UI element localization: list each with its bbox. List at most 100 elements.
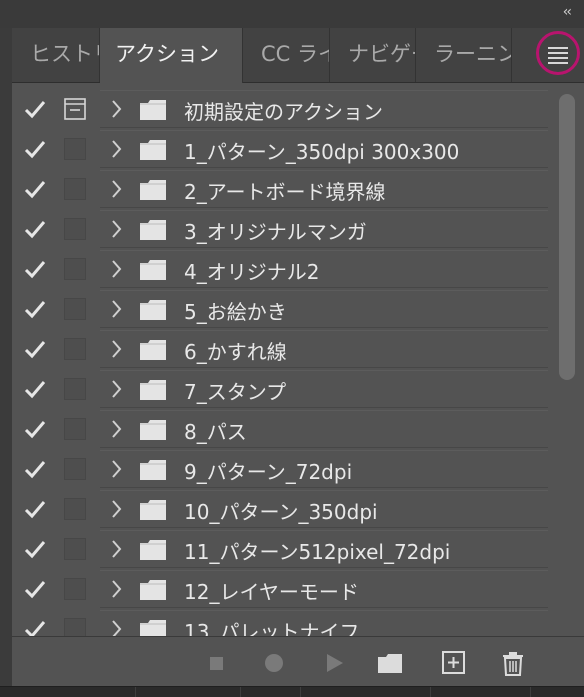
tab-cc-libraries[interactable]: CC ライブラリ	[243, 28, 330, 82]
toggle-dialog-box[interactable]	[64, 418, 86, 440]
action-set-name: 初期設定のアクション	[184, 100, 383, 124]
action-set-row[interactable]: 初期設定のアクション	[12, 90, 552, 129]
toggle-item-check-icon[interactable]	[22, 295, 48, 323]
new-action-icon[interactable]	[440, 649, 468, 677]
folder-icon	[140, 220, 166, 240]
toggle-dialog-box[interactable]	[64, 258, 86, 280]
tab-navigator[interactable]: ナビゲーター	[330, 28, 416, 82]
toggle-item-check-icon[interactable]	[22, 175, 48, 203]
bottom-dock-strip	[0, 686, 584, 697]
tab-actions[interactable]: アクション	[100, 28, 243, 83]
new-set-icon[interactable]	[376, 649, 404, 677]
chevron-right-icon[interactable]	[110, 457, 124, 481]
action-set-name: 9_パターン_72dpi	[184, 460, 353, 484]
toggle-item-check-icon[interactable]	[22, 255, 48, 283]
play-icon[interactable]	[320, 649, 348, 677]
chevron-right-icon[interactable]	[110, 257, 124, 281]
panel-menu-button[interactable]	[534, 31, 584, 75]
chevron-right-icon[interactable]	[110, 577, 124, 601]
action-set-row[interactable]: 12_レイヤーモード	[12, 570, 552, 609]
trash-icon[interactable]	[499, 649, 527, 677]
toggle-item-check-icon[interactable]	[22, 135, 48, 163]
toggle-dialog-box[interactable]	[64, 138, 86, 160]
chevron-right-icon[interactable]	[110, 377, 124, 401]
chevron-right-icon[interactable]	[110, 177, 124, 201]
tab-learn[interactable]: ラーニング	[416, 28, 512, 82]
action-set-name: 5_お絵かき	[184, 300, 287, 324]
action-row-body	[100, 410, 548, 448]
stop-icon[interactable]	[202, 649, 230, 677]
toggle-item-check-icon[interactable]	[22, 95, 48, 123]
folder-icon	[140, 420, 166, 440]
toggle-item-check-icon[interactable]	[22, 335, 48, 363]
record-icon[interactable]	[260, 649, 288, 677]
action-set-row[interactable]: 9_パターン_72dpi	[12, 450, 552, 489]
toggle-dialog-box[interactable]	[64, 338, 86, 360]
toggle-item-check-icon[interactable]	[22, 415, 48, 443]
chevron-right-icon[interactable]	[110, 617, 124, 636]
folder-icon	[140, 460, 166, 480]
toggle-item-check-icon[interactable]	[22, 575, 48, 603]
action-row-body	[100, 330, 548, 368]
toggle-dialog-box[interactable]	[64, 178, 86, 200]
action-set-name: 11_パターン512pixel_72dpi	[184, 540, 451, 564]
action-set-name: 4_オリジナル2	[184, 260, 320, 284]
toggle-dialog-box[interactable]	[64, 378, 86, 400]
toggle-item-check-icon[interactable]	[22, 375, 48, 403]
chevron-right-icon[interactable]	[110, 537, 124, 561]
action-set-row[interactable]: 5_お絵かき	[12, 290, 552, 329]
action-set-name: 2_アートボード境界線	[184, 180, 386, 204]
chevron-right-icon[interactable]	[110, 417, 124, 441]
folder-icon	[140, 500, 166, 520]
action-set-row[interactable]: 4_オリジナル2	[12, 250, 552, 289]
action-row-body	[100, 250, 548, 288]
folder-icon	[140, 580, 166, 600]
tab-history[interactable]: ヒストリー	[12, 28, 100, 82]
chevron-right-icon[interactable]	[110, 217, 124, 241]
toggle-dialog-box[interactable]	[64, 538, 86, 560]
toggle-dialog-box[interactable]	[64, 298, 86, 320]
folder-icon	[140, 340, 166, 360]
toggle-item-check-icon[interactable]	[22, 495, 48, 523]
toggle-dialog-box[interactable]	[64, 218, 86, 240]
action-set-row[interactable]: 7_スタンプ	[12, 370, 552, 409]
scrollbar-thumb[interactable]	[559, 94, 575, 380]
chevron-right-icon[interactable]	[110, 137, 124, 161]
action-set-row[interactable]: 10_パターン_350dpi	[12, 490, 552, 529]
actions-panel: ヒストリー アクション CC ライブラリ ナビゲーター ラーニング 初期設定のア…	[12, 28, 584, 687]
chevron-right-icon[interactable]	[110, 97, 124, 121]
folder-icon	[140, 100, 166, 120]
action-set-name: 7_スタンプ	[184, 380, 287, 404]
folder-icon	[140, 140, 166, 160]
action-set-row[interactable]: 1_パターン_350dpi 300x300	[12, 130, 552, 169]
action-set-row[interactable]: 3_オリジナルマンガ	[12, 210, 552, 249]
folder-icon	[140, 540, 166, 560]
action-row-body	[100, 370, 548, 408]
collapse-panels-button[interactable]: ‹‹	[563, 4, 572, 20]
folder-icon	[140, 300, 166, 320]
toggle-item-check-icon[interactable]	[22, 615, 48, 636]
toggle-item-check-icon[interactable]	[22, 215, 48, 243]
chevron-right-icon[interactable]	[110, 497, 124, 521]
action-list: 初期設定のアクション 1_パターン_350dpi 300x300 2_アートボード境…	[12, 90, 552, 636]
action-set-name: 8_パス	[184, 420, 247, 444]
scrollbar[interactable]	[552, 90, 584, 636]
action-set-row[interactable]: 11_パターン512pixel_72dpi	[12, 530, 552, 569]
action-set-row[interactable]: 8_パス	[12, 410, 552, 449]
action-set-name: 10_パターン_350dpi	[184, 500, 378, 524]
toggle-item-check-icon[interactable]	[22, 535, 48, 563]
toggle-dialog-box[interactable]	[64, 578, 86, 600]
chevron-right-icon[interactable]	[110, 337, 124, 361]
action-set-row[interactable]: 6_かすれ線	[12, 330, 552, 369]
action-set-row[interactable]: 2_アートボード境界線	[12, 170, 552, 209]
toggle-item-check-icon[interactable]	[22, 455, 48, 483]
action-set-row[interactable]: 13_パレットナイフ	[12, 610, 552, 636]
toggle-dialog-icon[interactable]	[64, 98, 86, 120]
toggle-dialog-box[interactable]	[64, 458, 86, 480]
action-set-name: 13_パレットナイフ	[184, 620, 360, 636]
toggle-dialog-box[interactable]	[64, 618, 86, 636]
folder-icon	[140, 620, 166, 636]
action-set-name: 6_かすれ線	[184, 340, 287, 364]
toggle-dialog-box[interactable]	[64, 498, 86, 520]
chevron-right-icon[interactable]	[110, 297, 124, 321]
